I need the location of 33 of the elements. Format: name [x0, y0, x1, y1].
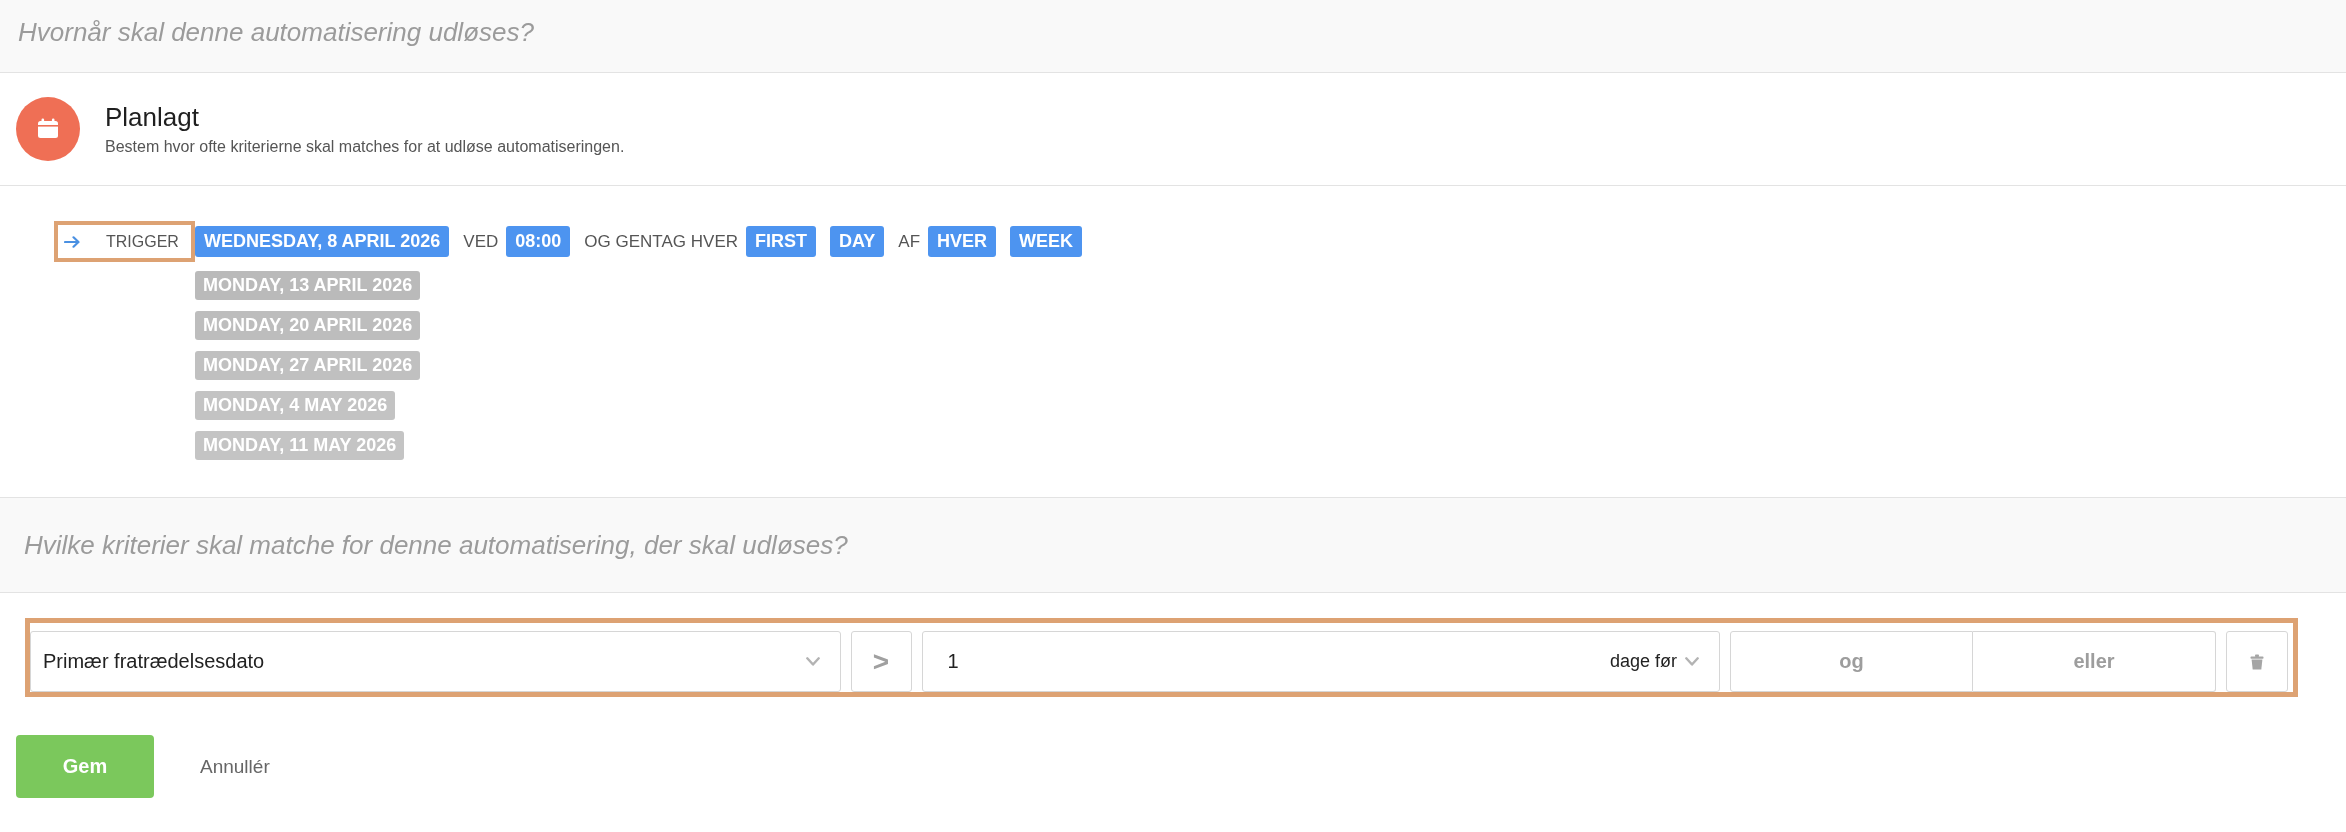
arrow-icon — [64, 235, 80, 248]
connector-button[interactable]: eller — [1973, 631, 2216, 692]
upcoming-date: MONDAY, 11 MAY 2026 — [194, 431, 405, 460]
upcoming-date: MONDAY, 20 APRIL 2026 — [194, 311, 421, 340]
schedule-value-button[interactable]: FIRST — [746, 226, 816, 257]
chevron-down-icon — [805, 657, 820, 666]
schedule-text: AF — [898, 231, 921, 252]
number-field[interactable]: 1 dage før — [921, 631, 1720, 692]
delete-button[interactable] — [2226, 631, 2288, 692]
chevron-down-icon — [1685, 657, 1699, 666]
section-heading: Hvilke kriterier skal matche for denne automatisering, der skal udløses? — [24, 529, 848, 561]
unit-dropdown[interactable]: dage før — [1609, 647, 1699, 676]
trigger-description: Bestem hvor ofte kriterierne skal matches for at udløse automatiseringen. — [105, 138, 625, 156]
schedule-value-button[interactable]: DAY — [830, 226, 885, 257]
schedule-value-button[interactable]: 08:00 — [506, 226, 571, 257]
trash-icon — [2250, 653, 2264, 670]
field-dropdown[interactable]: Primær fratrædelsesdato — [30, 631, 841, 692]
upcoming-date: MONDAY, 27 APRIL 2026 — [194, 351, 421, 380]
schedule-value-button[interactable]: WEEK — [1010, 226, 1083, 257]
save-button[interactable]: Gem — [16, 735, 154, 798]
trigger-label: TRIGGER — [106, 232, 179, 251]
calendar-icon — [16, 97, 80, 161]
operator-button[interactable]: > — [850, 631, 912, 692]
schedule-text: OG GENTAG HVER — [584, 231, 738, 252]
connector-button[interactable]: og — [1730, 631, 1973, 692]
upcoming-date: MONDAY, 13 APRIL 2026 — [194, 271, 421, 300]
schedule-text: VED — [463, 231, 499, 252]
section-heading: Hvornår skal denne automatisering udløses? — [18, 16, 534, 48]
schedule-value-button[interactable]: HVER — [928, 226, 997, 257]
trigger-title: Planlagt — [105, 102, 200, 132]
cancel-button[interactable]: Annullér — [200, 755, 270, 778]
upcoming-date: MONDAY, 4 MAY 2026 — [194, 391, 396, 420]
schedule-value-button[interactable]: WEDNESDAY, 8 APRIL 2026 — [194, 226, 450, 257]
